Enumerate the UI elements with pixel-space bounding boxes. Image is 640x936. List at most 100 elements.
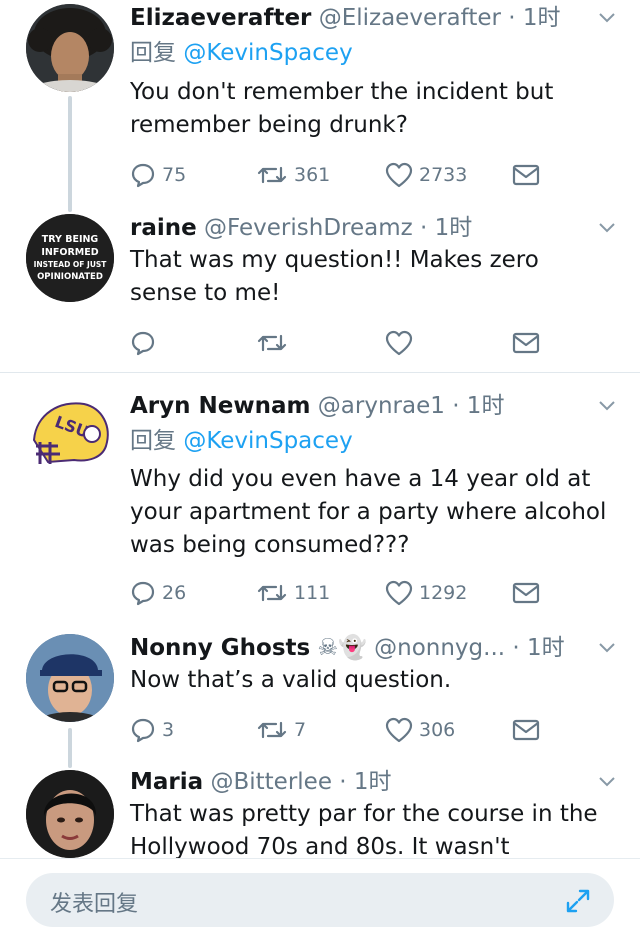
retweet-icon <box>257 584 287 602</box>
chevron-down-icon[interactable] <box>598 638 616 656</box>
like-count: 1292 <box>419 582 468 604</box>
avatar-text: INFORMED <box>41 247 98 258</box>
like-icon <box>385 162 413 188</box>
reply-label: 回复 <box>130 40 176 66</box>
reply-count: 26 <box>162 582 187 604</box>
thread-line <box>68 728 72 768</box>
divider <box>0 372 640 373</box>
user-handle[interactable]: @nonnyg... <box>374 635 505 661</box>
action-bar: 3 7 306 <box>130 715 550 745</box>
reply-icon <box>131 331 155 356</box>
message-button[interactable] <box>512 328 540 358</box>
retweet-icon <box>257 721 287 739</box>
message-icon <box>512 164 540 186</box>
retweet-count: 361 <box>294 164 331 186</box>
reply-button[interactable]: 3 <box>130 715 174 745</box>
reply-input[interactable]: 发表回复 <box>26 873 614 927</box>
like-icon <box>385 717 413 743</box>
timestamp: · 1时 <box>420 215 473 241</box>
reply-icon <box>131 718 155 743</box>
avatar[interactable]: TRY BEING INFORMED INSTEAD OF JUST OPINI… <box>26 214 114 302</box>
reply-button[interactable] <box>130 328 156 358</box>
tweet-text: That was pretty par for the course in th… <box>130 801 598 858</box>
display-name[interactable]: Maria <box>130 769 203 795</box>
retweet-count: 111 <box>294 582 331 604</box>
tweet-text: Why did you even have a 14 year old at y… <box>130 466 607 558</box>
like-button[interactable]: 1292 <box>385 578 467 608</box>
message-button[interactable] <box>512 715 540 745</box>
avatar-text: INSTEAD OF JUST <box>34 260 108 269</box>
display-name[interactable]: Nonny Ghosts <box>130 635 310 661</box>
tweet-item[interactable]: Nonny Ghosts ☠👻 @nonnyg... · 1时 Now that… <box>0 630 640 768</box>
like-button[interactable]: 306 <box>385 715 455 745</box>
reply-label: 回复 <box>130 428 176 454</box>
reply-count: 3 <box>162 719 175 741</box>
display-name[interactable]: raine <box>130 215 197 241</box>
chevron-down-icon[interactable] <box>598 218 616 236</box>
tweet-header: Aryn Newnam @arynrae1 · 1时 <box>130 390 504 422</box>
retweet-count: 7 <box>294 719 307 741</box>
avatar-text: OPINIONATED <box>37 272 103 282</box>
message-icon <box>512 582 540 604</box>
timestamp: · 1时 <box>339 769 392 795</box>
reply-count: 75 <box>162 164 187 186</box>
tweet-text: That was my question!! Makes zero sense … <box>130 247 539 306</box>
timestamp: · 1时 <box>452 393 505 419</box>
message-icon <box>512 719 540 741</box>
tweet-feed: Elizaeverafter @Elizaeverafter · 1时 回复 @… <box>0 0 640 858</box>
retweet-icon <box>257 334 287 352</box>
tweet-text: You don't remember the incident but reme… <box>130 79 554 138</box>
tweet-header: Nonny Ghosts ☠👻 @nonnyg... · 1时 <box>130 632 565 664</box>
reply-placeholder: 发表回复 <box>50 892 139 917</box>
name-emoji: ☠👻 <box>317 635 367 661</box>
expand-icon[interactable] <box>564 887 592 915</box>
replying-to: 回复 @KevinSpacey <box>130 37 353 69</box>
tweet-item[interactable]: Elizaeverafter @Elizaeverafter · 1时 回复 @… <box>0 0 640 212</box>
display-name[interactable]: Aryn Newnam <box>130 393 310 419</box>
retweet-button[interactable]: 7 <box>256 715 306 745</box>
retweet-icon <box>257 166 287 184</box>
message-button[interactable] <box>512 578 540 608</box>
tweet-header: raine @FeverishDreamz · 1时 <box>130 212 472 244</box>
avatar[interactable] <box>26 770 114 858</box>
chevron-down-icon[interactable] <box>598 396 616 414</box>
chevron-down-icon[interactable] <box>598 8 616 26</box>
reply-icon <box>131 163 155 188</box>
retweet-button[interactable]: 361 <box>256 160 330 190</box>
retweet-button[interactable]: 111 <box>256 578 330 608</box>
reply-button[interactable]: 26 <box>130 578 186 608</box>
action-bar: 75 361 2733 <box>130 160 550 190</box>
thread-line <box>68 96 72 212</box>
tweet-text: Now that’s a valid question. <box>130 667 452 693</box>
tweet-item[interactable]: Maria @Bitterlee · 1时 That was pretty pa… <box>0 764 640 858</box>
mention-link[interactable]: @KevinSpacey <box>183 40 352 66</box>
mention-link[interactable]: @KevinSpacey <box>183 428 352 454</box>
tweet-header: Maria @Bitterlee · 1时 <box>130 766 392 798</box>
replying-to: 回复 @KevinSpacey <box>130 425 353 457</box>
like-count: 2733 <box>419 164 468 186</box>
message-button[interactable] <box>512 160 540 190</box>
avatar[interactable] <box>26 4 114 92</box>
like-count: 306 <box>419 719 456 741</box>
chevron-down-icon[interactable] <box>598 772 616 790</box>
like-button[interactable]: 2733 <box>385 160 467 190</box>
retweet-button[interactable] <box>256 328 288 358</box>
reply-composer-bar: 发表回复 <box>0 858 640 936</box>
user-handle[interactable]: @FeverishDreamz <box>204 215 413 241</box>
user-handle[interactable]: @arynrae1 <box>318 393 445 419</box>
user-handle[interactable]: @Elizaeverafter <box>319 5 501 31</box>
avatar[interactable] <box>26 634 114 722</box>
reply-button[interactable]: 75 <box>130 160 186 190</box>
reply-icon <box>131 581 155 606</box>
avatar[interactable]: LSU <box>26 392 114 480</box>
tweet-item[interactable]: TRY BEING INFORMED INSTEAD OF JUST OPINI… <box>0 210 640 372</box>
timestamp: · 1时 <box>512 635 565 661</box>
action-bar: 26 111 1292 <box>130 578 550 608</box>
avatar-text: TRY BEING <box>42 234 99 245</box>
display-name[interactable]: Elizaeverafter <box>130 5 311 31</box>
message-icon <box>512 332 540 354</box>
tweet-item[interactable]: LSU Aryn Newnam @arynrae1 · 1时 回复 @Kevin… <box>0 380 640 630</box>
user-handle[interactable]: @Bitterlee <box>210 769 332 795</box>
action-bar <box>130 328 550 358</box>
like-button[interactable] <box>385 328 413 358</box>
